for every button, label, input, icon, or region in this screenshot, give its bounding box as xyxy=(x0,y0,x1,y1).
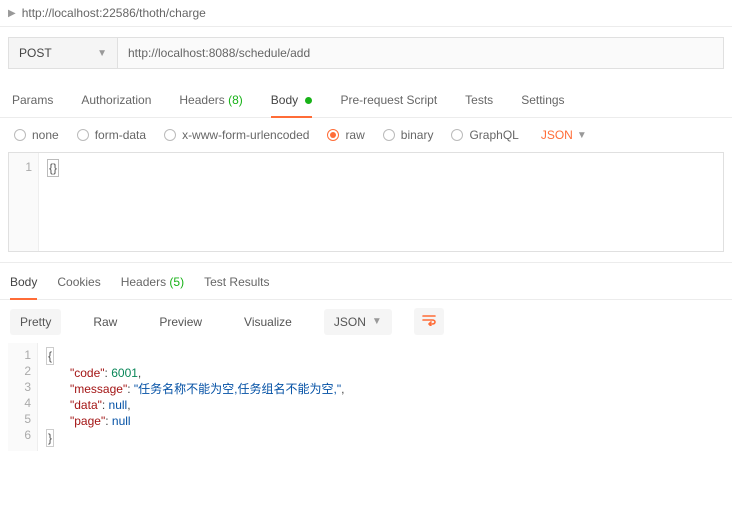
radio-urlencoded-label: x-www-form-urlencoded xyxy=(182,128,309,142)
tab-settings[interactable]: Settings xyxy=(521,93,564,117)
request-body-editor[interactable]: 1 {} xyxy=(8,152,724,252)
response-tabs: Body Cookies Headers (5) Test Results xyxy=(0,262,732,300)
http-method-select[interactable]: POST ▼ xyxy=(8,37,118,69)
resp-tab-body[interactable]: Body xyxy=(10,275,37,299)
resp-tab-headers-count: (5) xyxy=(169,275,184,289)
request-tabs: Params Authorization Headers (8) Body Pr… xyxy=(0,79,732,118)
radio-icon xyxy=(14,129,26,141)
body-type-options: none form-data x-www-form-urlencoded raw… xyxy=(0,118,732,152)
json-key-message: "message" xyxy=(70,382,127,396)
radio-icon xyxy=(77,129,89,141)
content-type-select[interactable]: JSON ▼ xyxy=(541,128,587,142)
collapsed-request-url: http://localhost:22586/thoth/charge xyxy=(22,6,206,20)
editor-code[interactable]: {} xyxy=(39,153,723,251)
radio-binary-label: binary xyxy=(401,128,434,142)
tab-tests[interactable]: Tests xyxy=(465,93,493,117)
radio-none[interactable]: none xyxy=(14,128,59,142)
response-toolbar: Pretty Raw Preview Visualize JSON ▼ xyxy=(0,300,732,343)
tab-body-label: Body xyxy=(271,93,298,107)
tab-prerequest[interactable]: Pre-request Script xyxy=(340,93,437,117)
chevron-down-icon: ▼ xyxy=(577,130,587,141)
radio-formdata[interactable]: form-data xyxy=(77,128,146,142)
chevron-down-icon: ▼ xyxy=(97,48,107,59)
request-url-value: http://localhost:8088/schedule/add xyxy=(128,46,310,60)
response-gutter: 123456 xyxy=(8,343,38,451)
view-visualize-button[interactable]: Visualize xyxy=(234,309,302,335)
radio-binary[interactable]: binary xyxy=(383,128,434,142)
radio-formdata-label: form-data xyxy=(95,128,146,142)
request-row: POST ▼ http://localhost:8088/schedule/ad… xyxy=(0,27,732,79)
radio-icon xyxy=(327,129,339,141)
radio-raw[interactable]: raw xyxy=(327,128,364,142)
response-code: { "code": 6001, "message": "任务名称不能为空,任务组… xyxy=(38,343,724,451)
response-type-select[interactable]: JSON ▼ xyxy=(324,309,392,335)
radio-none-label: none xyxy=(32,128,59,142)
content-type-value: JSON xyxy=(541,128,573,142)
tab-headers[interactable]: Headers (8) xyxy=(179,93,242,117)
resp-tab-headers-label: Headers xyxy=(121,275,166,289)
tab-body[interactable]: Body xyxy=(271,93,313,117)
tab-authorization[interactable]: Authorization xyxy=(81,93,151,117)
tab-params[interactable]: Params xyxy=(12,93,53,117)
body-active-indicator xyxy=(305,97,312,104)
editor-gutter: 1 xyxy=(9,153,39,251)
collapsed-request-row[interactable]: ▶ http://localhost:22586/thoth/charge xyxy=(0,0,732,27)
chevron-right-icon: ▶ xyxy=(8,8,16,19)
response-type-value: JSON xyxy=(334,315,366,329)
radio-icon xyxy=(164,129,176,141)
request-url-input[interactable]: http://localhost:8088/schedule/add xyxy=(118,37,724,69)
resp-tab-headers[interactable]: Headers (5) xyxy=(121,275,184,299)
radio-icon xyxy=(383,129,395,141)
response-body-viewer[interactable]: 123456 { "code": 6001, "message": "任务名称不… xyxy=(8,343,724,451)
tab-headers-count: (8) xyxy=(228,93,243,107)
json-val-data: null xyxy=(109,398,128,412)
json-key-code: "code" xyxy=(70,366,105,380)
request-body-content: {} xyxy=(47,159,59,177)
json-val-page: null xyxy=(112,414,131,428)
wrap-lines-button[interactable] xyxy=(414,308,444,335)
radio-raw-label: raw xyxy=(345,128,364,142)
json-key-page: "page" xyxy=(70,414,105,428)
radio-urlencoded[interactable]: x-www-form-urlencoded xyxy=(164,128,309,142)
wrap-icon xyxy=(422,314,436,326)
json-key-data: "data" xyxy=(70,398,102,412)
radio-graphql[interactable]: GraphQL xyxy=(451,128,518,142)
chevron-down-icon: ▼ xyxy=(372,316,382,327)
resp-tab-testresults[interactable]: Test Results xyxy=(204,275,269,299)
tab-headers-label: Headers xyxy=(179,93,224,107)
json-val-message: "任务名称不能为空,任务组名不能为空," xyxy=(134,382,341,396)
view-raw-button[interactable]: Raw xyxy=(83,309,127,335)
resp-tab-cookies[interactable]: Cookies xyxy=(57,275,100,299)
view-pretty-button[interactable]: Pretty xyxy=(10,309,61,335)
radio-graphql-label: GraphQL xyxy=(469,128,518,142)
http-method-value: POST xyxy=(19,46,52,60)
view-preview-button[interactable]: Preview xyxy=(149,309,212,335)
radio-icon xyxy=(451,129,463,141)
json-val-code: 6001 xyxy=(111,366,138,380)
